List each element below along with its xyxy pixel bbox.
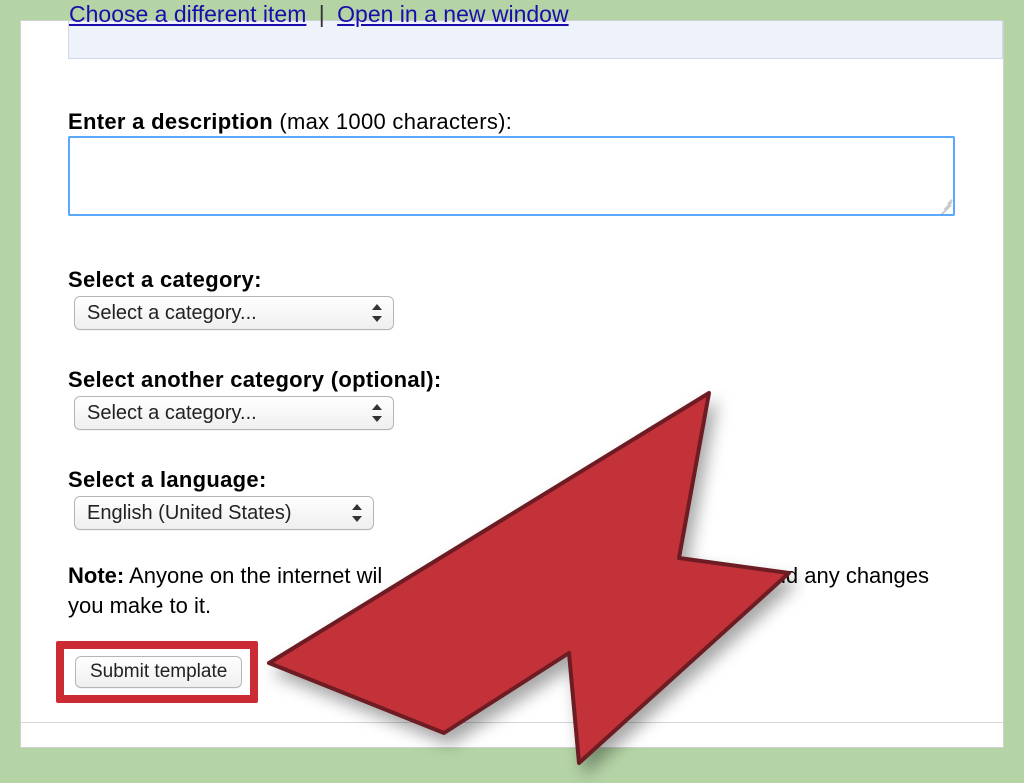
category2-label: Select another category (optional): — [68, 367, 442, 393]
description-label-bold: Enter a description — [68, 109, 273, 134]
description-textarea[interactable] — [68, 136, 955, 216]
description-label: Enter a description (max 1000 characters… — [68, 109, 512, 135]
language-select[interactable]: English (United States) — [74, 496, 374, 530]
note-bold: Note: — [68, 563, 124, 588]
category1-select[interactable]: Select a category... — [74, 296, 394, 330]
description-textarea-wrap — [68, 136, 955, 216]
category1-label: Select a category: — [68, 267, 262, 293]
category2-select[interactable]: Select a category... — [74, 396, 394, 430]
chevron-up-down-icon — [371, 404, 383, 422]
open-new-window-link[interactable]: Open in a new window — [337, 1, 568, 27]
language-selected-value: English (United States) — [87, 502, 292, 525]
description-label-hint: (max 1000 characters): — [273, 109, 512, 134]
bottom-divider — [21, 722, 1003, 723]
submit-template-button[interactable]: Submit template — [75, 656, 242, 688]
top-links-row: Choose a different item | Open in a new … — [69, 3, 569, 26]
link-separator: | — [313, 1, 331, 27]
chevron-up-down-icon — [351, 504, 363, 522]
note-text-before: Anyone on the internet wil — [124, 563, 382, 588]
language-label: Select a language: — [68, 467, 267, 493]
chevron-up-down-icon — [371, 304, 383, 322]
category1-selected-value: Select a category... — [87, 302, 257, 325]
category2-selected-value: Select a category... — [87, 402, 257, 425]
note-text: Note: Anyone on the internet will be abl… — [68, 561, 955, 621]
choose-different-link[interactable]: Choose a different item — [69, 1, 306, 27]
